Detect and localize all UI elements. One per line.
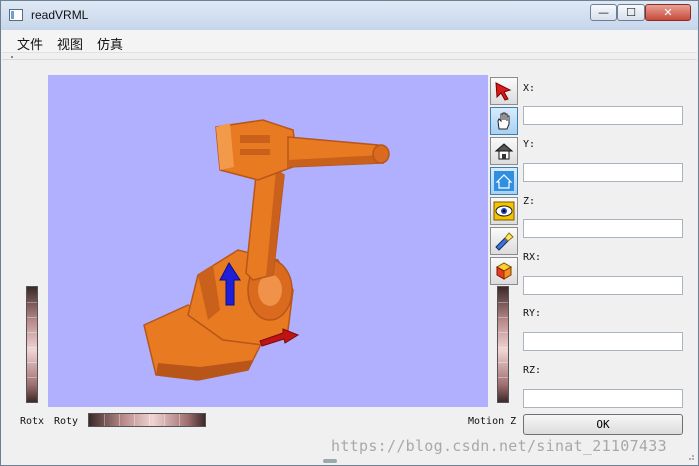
house-outline-icon (494, 171, 514, 191)
motion-z-label: Motion Z (468, 416, 517, 427)
robot-wrist (372, 144, 390, 164)
pan-tool-button[interactable] (490, 107, 518, 135)
z-field[interactable] (523, 219, 683, 238)
menu-file[interactable]: 文件 (17, 34, 43, 53)
toolbar-separator (2, 55, 697, 60)
title-bar[interactable]: readVRML — ☐ ✕ (1, 1, 698, 30)
x-label: X: (523, 83, 536, 94)
y-label: Y: (523, 139, 536, 150)
window-title: readVRML (31, 8, 89, 22)
menu-view[interactable]: 视图 (57, 34, 83, 53)
y-field[interactable] (523, 163, 683, 182)
minimize-button[interactable]: — (590, 4, 617, 21)
cube-icon (495, 262, 513, 280)
eye-view-icon (493, 201, 515, 221)
rx-label: RX: (523, 252, 542, 263)
rz-field[interactable] (523, 389, 683, 408)
vrml-3d-viewport[interactable] (48, 75, 488, 407)
status-grip[interactable] (323, 459, 337, 463)
watermark: https://blog.csdn.net/sinat_21107433 (331, 437, 667, 455)
ok-button[interactable]: OK (523, 414, 683, 435)
model-button[interactable] (490, 257, 518, 285)
view-button[interactable] (490, 197, 518, 225)
z-label: Z: (523, 196, 536, 207)
menu-simulation[interactable]: 仿真 (97, 34, 123, 53)
home-view-button[interactable] (490, 137, 518, 165)
roty-label: Roty (54, 416, 79, 427)
rz-label: RZ: (523, 365, 542, 376)
menu-bar: 文件 视图 仿真 (2, 30, 697, 53)
select-tool-button[interactable] (490, 77, 518, 105)
light-button[interactable] (490, 227, 518, 255)
rotx-thumbwheel[interactable] (26, 286, 38, 403)
roty-thumbwheel[interactable] (88, 413, 206, 427)
resize-grip-icon[interactable] (685, 451, 695, 461)
home-icon (494, 143, 514, 160)
rx-field[interactable] (523, 276, 683, 295)
flashlight-icon (495, 232, 514, 251)
ry-label: RY: (523, 308, 542, 319)
rotx-label: Rotx (20, 416, 45, 427)
app-window: readVRML — ☐ ✕ 文件 视图 仿真 X: Y: Z: RX: RY:… (0, 0, 699, 466)
set-home-button[interactable] (490, 167, 518, 195)
maximize-button[interactable]: ☐ (617, 4, 645, 21)
close-button[interactable]: ✕ (645, 4, 691, 21)
app-icon (9, 9, 23, 21)
ry-field[interactable] (523, 332, 683, 351)
toolbar-handle[interactable] (11, 56, 13, 58)
hand-pan-icon (497, 112, 510, 130)
motion-z-thumbwheel[interactable] (497, 286, 509, 403)
x-field[interactable] (523, 106, 683, 125)
select-arrow-icon (495, 82, 512, 101)
robot-model (143, 119, 390, 381)
